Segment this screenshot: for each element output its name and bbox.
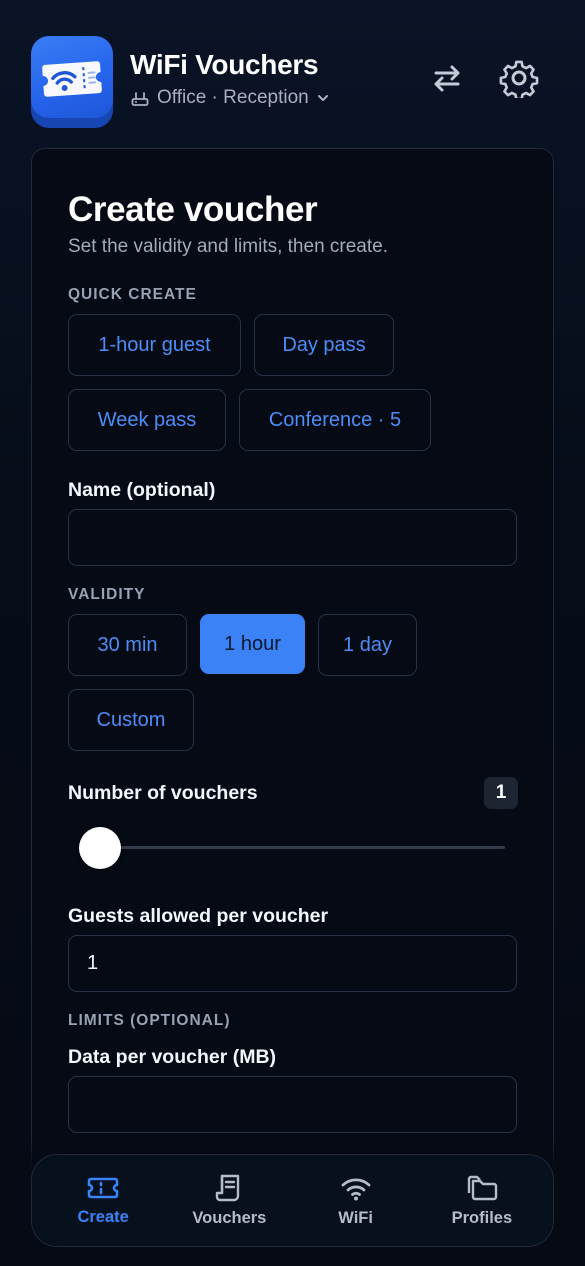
chevron-down-icon [317,95,328,101]
preset-conference[interactable]: Conference · 5 [239,389,431,451]
ticket-icon [87,1177,119,1199]
preset-week-pass[interactable]: Week pass [68,389,226,451]
nav-label-create: Create [77,1208,129,1226]
nav-label-profiles: Profiles [451,1209,513,1227]
data-limit-input[interactable] [68,1076,517,1133]
swap-arrows-icon [434,65,460,92]
data-limit-label: Data per voucher (MB) [68,1046,277,1068]
router-icon [131,92,149,106]
switch-site-button[interactable] [425,56,469,100]
folders-icon [467,1175,498,1201]
card-title: Create voucher [68,190,318,229]
guests-input[interactable]: 1 [68,935,517,992]
nav-item-profiles[interactable]: Profiles [427,1173,537,1228]
validity-option-custom[interactable]: Custom [68,689,194,751]
name-input[interactable] [68,509,517,566]
validity-option-1-day[interactable]: 1 day [318,614,417,676]
settings-button[interactable] [497,56,541,100]
validity-label: VALIDITY [68,586,146,603]
validity-option-30-min[interactable]: 30 min [68,614,187,676]
nav-item-vouchers[interactable]: Vouchers [174,1173,284,1228]
quick-create-label: QUICK CREATE [68,286,197,303]
gear-icon [499,60,539,98]
nav-label-vouchers: Vouchers [192,1209,267,1227]
app-title: WiFi Vouchers [130,49,319,80]
voucher-count-slider-track[interactable] [100,846,505,849]
voucher-count-slider-thumb[interactable] [79,827,121,869]
site-selector[interactable]: Office · Reception [130,86,330,110]
voucher-count-badge: 1 [484,777,518,809]
voucher-count-label: Number of vouchers [68,782,258,804]
receipt-icon [216,1174,240,1202]
preset-1-hour-guest[interactable]: 1-hour guest [68,314,241,376]
preset-day-pass[interactable]: Day pass [254,314,394,376]
validity-option-1-hour[interactable]: 1 hour [200,614,305,674]
guests-label: Guests allowed per voucher [68,905,329,927]
wifi-ticket-icon [42,61,102,97]
card-subtitle: Set the validity and limits, then create… [68,236,388,257]
wifi-icon [341,1178,371,1201]
site-label: Office · Reception [157,87,309,108]
nav-item-wifi[interactable]: WiFi [301,1173,411,1228]
limits-label: LIMITS (OPTIONAL) [68,1012,231,1029]
nav-label-wifi: WiFi [338,1209,373,1227]
nav-item-create[interactable]: Create [48,1174,158,1227]
app-logo [31,36,113,128]
bottom-nav: Create Vouchers WiFi Profiles [31,1154,554,1247]
app-screen: WiFi Vouchers Office · Reception Create … [0,0,585,1266]
name-field-label: Name (optional) [68,479,216,501]
